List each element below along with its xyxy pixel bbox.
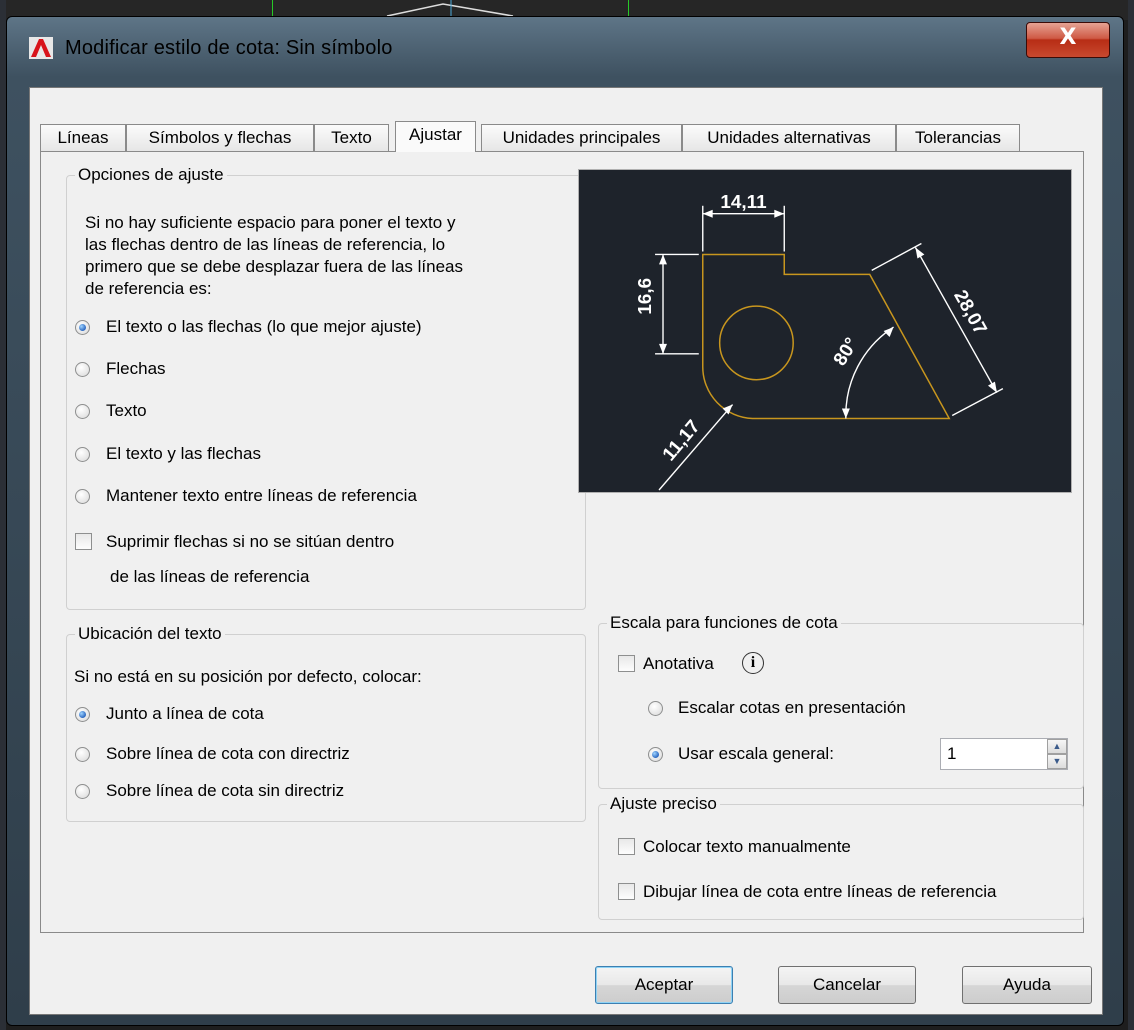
tab-label: Unidades alternativas [707, 128, 871, 147]
placement-over-without-leader-radio[interactable] [75, 784, 90, 799]
fit-options-description: Si no hay suficiente espacio para poner … [85, 213, 464, 298]
fine-tuning-group: Ajuste preciso [598, 794, 1084, 920]
spin-down-button[interactable]: ▼ [1047, 754, 1067, 769]
cancel-button[interactable]: Cancelar [778, 966, 916, 1004]
fine-tuning-legend: Ajuste preciso [607, 794, 720, 814]
suppress-arrows-label-line2: de las líneas de referencia [110, 567, 310, 586]
tab-label: Tolerancias [915, 128, 1001, 147]
scale-to-layout-radio[interactable] [648, 701, 663, 716]
tab-label: Texto [331, 128, 372, 147]
tab-tolerancias[interactable]: Tolerancias [896, 124, 1020, 151]
preview-dim-right-text: 28,07 [949, 287, 990, 338]
fit-option-label: El texto y las flechas [106, 444, 261, 463]
tab-lineas[interactable]: Líneas [40, 124, 126, 151]
draw-dimline-label: Dibujar línea de cota entre líneas de re… [643, 882, 997, 901]
annotative-checkbox[interactable] [618, 655, 635, 672]
annotative-label: Anotativa [643, 654, 714, 673]
tab-unidades-principales[interactable]: Unidades principales [481, 124, 682, 151]
fit-option-text-radio[interactable] [75, 404, 90, 419]
text-placement-legend: Ubicación del texto [75, 624, 225, 644]
suppress-arrows-label: Suprimir flechas si no se sitúan dentro [106, 532, 395, 551]
fit-option-label: Texto [106, 401, 147, 420]
preview-dim-left-text: 16,6 [635, 278, 656, 315]
tab-label: Ajustar [409, 125, 462, 144]
draw-dimline-checkbox[interactable] [618, 883, 635, 900]
preview-dim-top-text: 14,11 [720, 192, 766, 213]
text-placement-description: Si no está en su posición por defecto, c… [74, 667, 422, 686]
preview-dim-radius-text: 11,17 [659, 416, 705, 465]
suppress-arrows-checkbox[interactable] [75, 533, 92, 550]
fit-options-legend: Opciones de ajuste [75, 165, 227, 185]
fit-option-text-and-arrows-radio[interactable] [75, 447, 90, 462]
dialog-window: Modificar estilo de cota: Sin símbolo X … [6, 16, 1124, 1026]
tab-texto[interactable]: Texto [314, 124, 389, 151]
info-icon[interactable]: i [742, 652, 764, 674]
tab-label: Símbolos y flechas [148, 128, 292, 147]
chevron-down-icon: ▼ [1052, 756, 1062, 766]
use-overall-scale-radio[interactable] [648, 747, 663, 762]
placement-option-label: Sobre línea de cota con directriz [106, 744, 350, 763]
dimension-preview: 14,11 16,6 28,07 80° 11,17 [578, 169, 1072, 493]
autocad-app-icon [29, 37, 53, 59]
fit-option-label: Mantener texto entre líneas de referenci… [106, 486, 417, 505]
drawing-area-right-edge [1128, 0, 1134, 1030]
dialog-client-area: Líneas Símbolos y flechas Texto Ajustar … [29, 87, 1103, 1015]
close-button[interactable]: X [1026, 22, 1110, 58]
tab-unidades-alternativas[interactable]: Unidades alternativas [682, 124, 896, 151]
fit-option-arrows-radio[interactable] [75, 362, 90, 377]
placement-over-with-leader-radio[interactable] [75, 747, 90, 762]
place-text-manually-label: Colocar texto manualmente [643, 837, 851, 856]
ok-button[interactable]: Aceptar [595, 966, 733, 1004]
placement-beside-dimline-radio[interactable] [75, 707, 90, 722]
close-icon: X [1059, 25, 1077, 50]
tab-simbolos-y-flechas[interactable]: Símbolos y flechas [126, 124, 314, 151]
tab-label: Unidades principales [502, 128, 661, 147]
spin-up-button[interactable]: ▲ [1047, 739, 1067, 754]
placement-option-label: Junto a línea de cota [106, 704, 264, 723]
fit-option-label: Flechas [106, 359, 166, 378]
dimension-scale-legend: Escala para funciones de cota [607, 613, 841, 633]
use-overall-scale-label: Usar escala general: [678, 744, 834, 763]
scale-to-layout-label: Escalar cotas en presentación [678, 698, 906, 717]
fit-option-text-or-arrows-radio[interactable] [75, 320, 90, 335]
title-bar[interactable]: Modificar estilo de cota: Sin símbolo X [7, 17, 1123, 85]
place-text-manually-checkbox[interactable] [618, 838, 635, 855]
fit-option-keep-text-radio[interactable] [75, 489, 90, 504]
fit-option-label: El texto o las flechas (lo que mejor aju… [106, 317, 422, 336]
dialog-title: Modificar estilo de cota: Sin símbolo [65, 37, 393, 59]
placement-option-label: Sobre línea de cota sin directriz [106, 781, 345, 800]
tab-label: Líneas [57, 128, 109, 147]
preview-part-hole [718, 305, 794, 381]
chevron-up-icon: ▲ [1052, 741, 1062, 751]
preview-part-outline [702, 253, 951, 420]
preview-dim-angle-text: 80° [830, 334, 863, 369]
help-button[interactable]: Ayuda [962, 966, 1092, 1004]
tab-ajustar[interactable]: Ajustar [395, 121, 476, 152]
